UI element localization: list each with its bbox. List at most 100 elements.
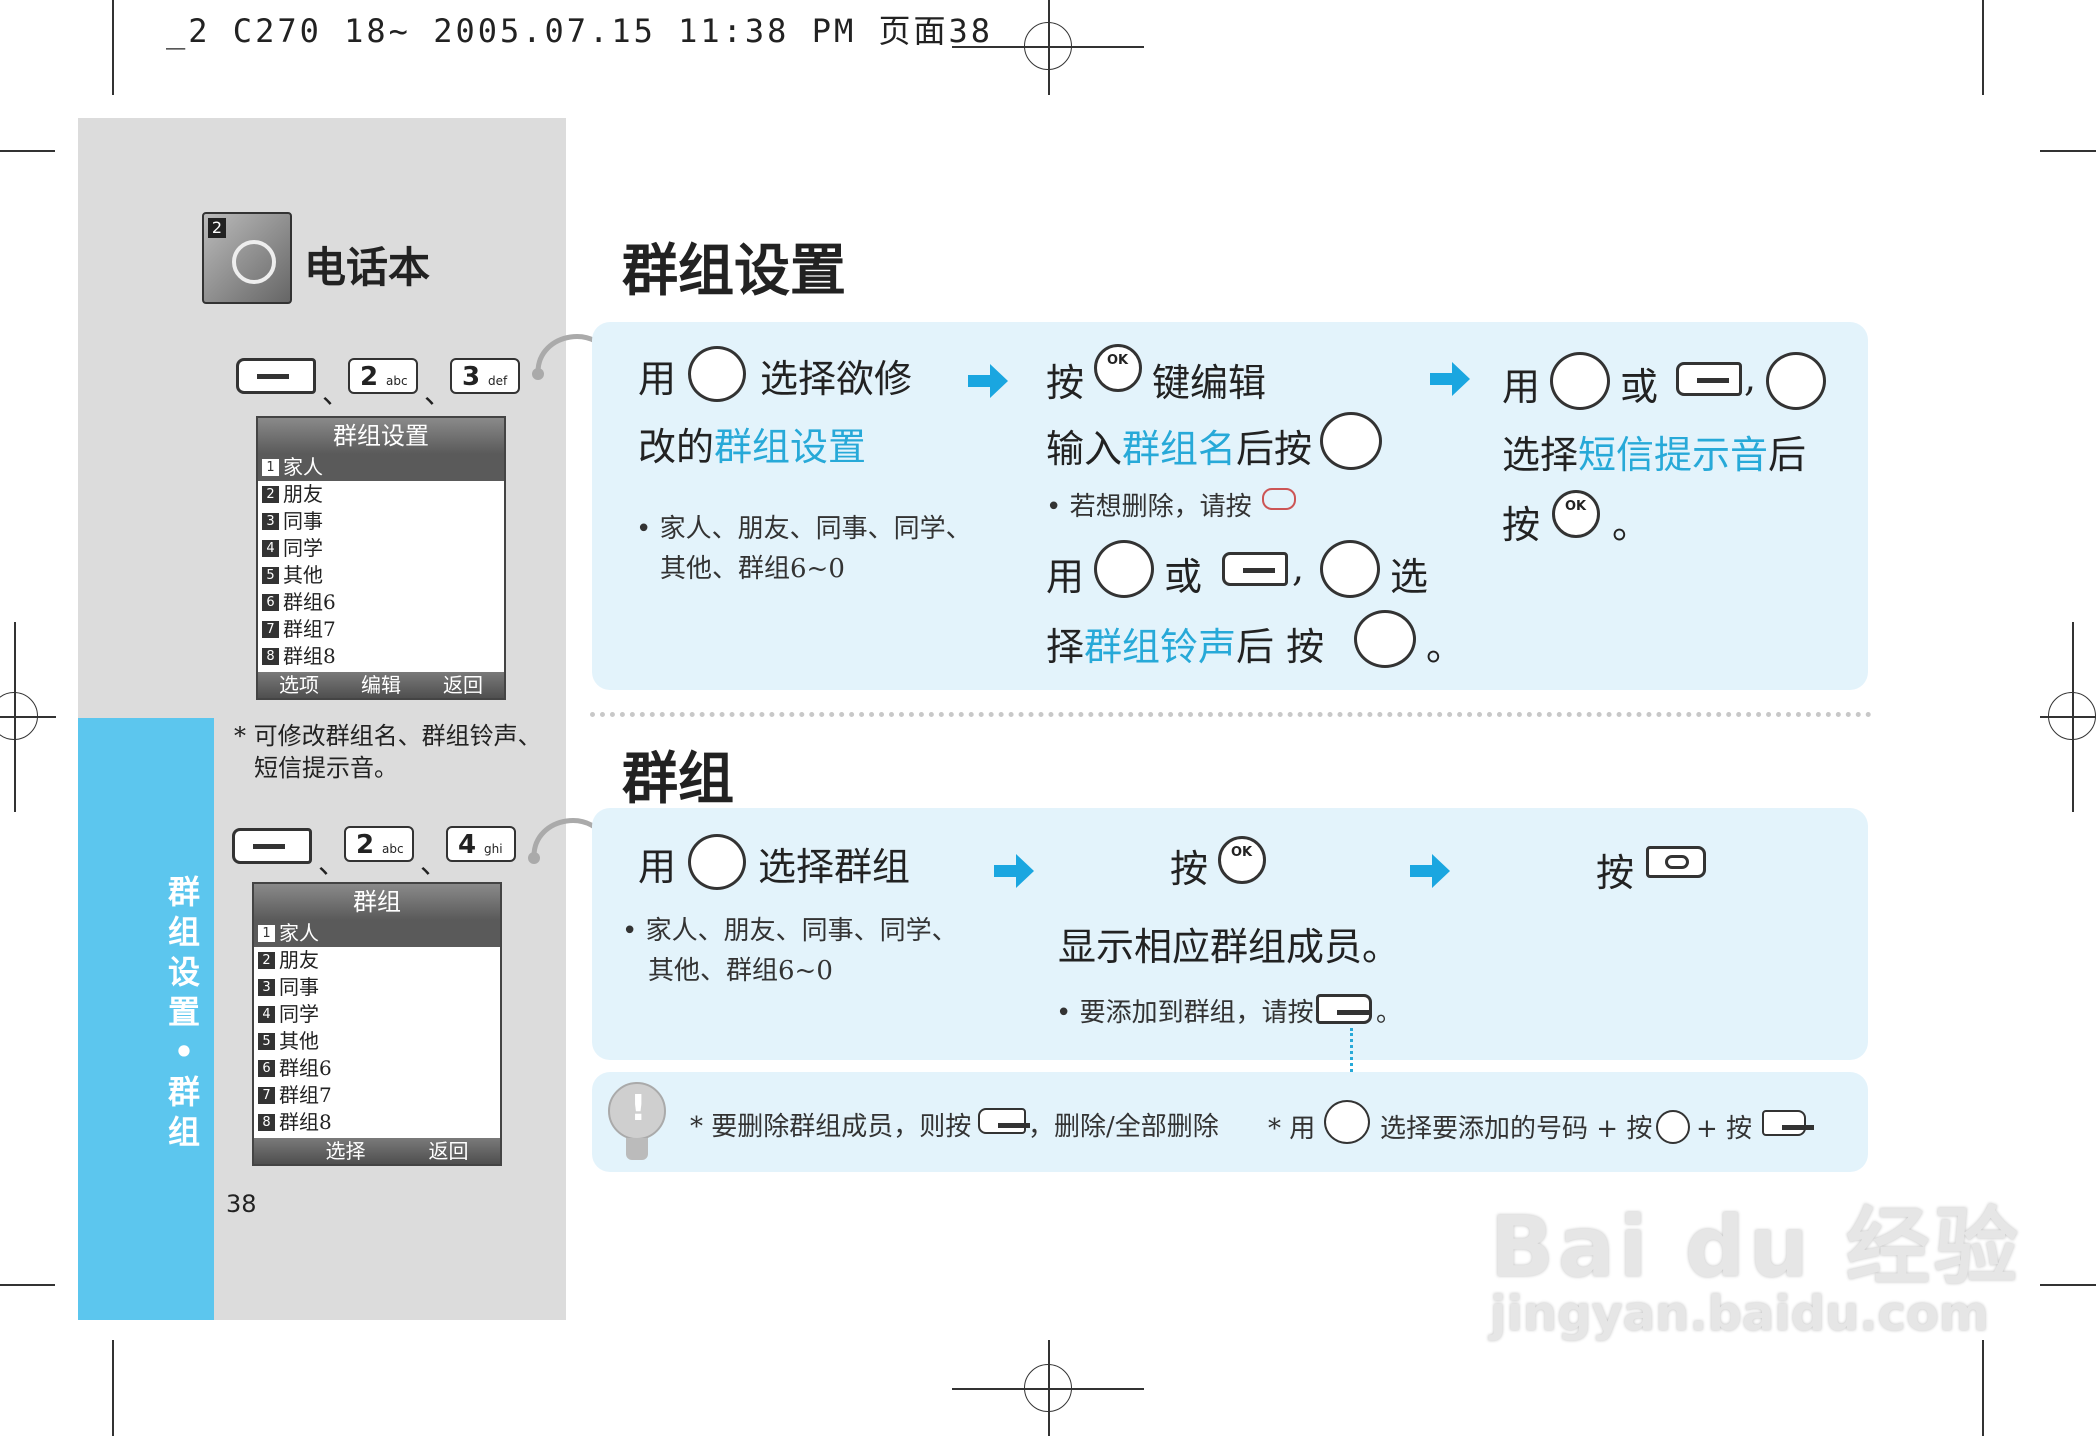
ok-key-icon: OK <box>1218 836 1266 884</box>
step-text: 。 <box>1612 503 1651 547</box>
separator: 、 <box>322 377 351 410</box>
nav-up-down-icon <box>1766 352 1826 410</box>
right-softkey-round-icon <box>1354 610 1416 668</box>
screen-list-item[interactable]: 8 群组8 <box>254 1109 500 1136</box>
step-text: 用 <box>1502 365 1541 409</box>
sidebar-vertical-label: 群组设置 • 群组 <box>167 873 200 1151</box>
step-text: 选择欲修 <box>760 357 913 401</box>
registration-mark <box>2048 692 2096 740</box>
page-number: 38 <box>226 1190 257 1218</box>
sidebar-note: * 可修改群组名、群组铃声、 <box>234 722 542 750</box>
item-number-icon: 6 <box>258 1060 275 1077</box>
item-number-icon: 7 <box>258 1087 275 1104</box>
nav-left-right-icon <box>1550 352 1610 410</box>
item-number-icon: 6 <box>262 594 279 611</box>
item-label: 同学 <box>279 1002 319 1026</box>
screen-list-item[interactable]: 1 家人 <box>254 920 500 947</box>
crop-mark <box>112 0 114 95</box>
tip-text: * 用 <box>1268 1114 1316 1144</box>
step-text: 显示相应群组成员。 <box>1058 925 1401 969</box>
lightbulb-icon: ! <box>604 1082 670 1166</box>
tip-text: + 按 <box>1696 1114 1753 1144</box>
screen-list-item[interactable]: 6 群组6 <box>254 1055 500 1082</box>
nav-up-down-icon <box>1324 1100 1370 1144</box>
section-divider <box>590 712 1872 717</box>
key-3-icon: 3 def <box>450 358 520 394</box>
left-softkey-icon <box>232 828 312 864</box>
registration-mark <box>0 692 38 740</box>
phonebook-icon: 2 <box>202 212 292 304</box>
step-note: 其他、群组6~0 <box>648 956 833 986</box>
step-text: , <box>1292 546 1305 590</box>
screen-list-item[interactable]: 3 同事 <box>258 508 504 535</box>
watermark-url: jingyan.baidu.com <box>1490 1286 1989 1342</box>
arrow-right-icon <box>968 364 1008 398</box>
item-number-icon: 2 <box>262 486 279 503</box>
step-note: • 要添加到群组，请按 <box>1056 998 1314 1028</box>
tip-text: ，删除/全部删除 <box>1028 1112 1219 1142</box>
item-label: 家人 <box>283 455 323 479</box>
item-label: 群组7 <box>279 1083 332 1107</box>
screen-list-item[interactable]: 6 群组6 <box>258 589 504 616</box>
screen-list-item[interactable]: 3 同事 <box>254 974 500 1001</box>
left-softkey-icon <box>1222 552 1288 586</box>
ok-key-icon <box>1656 1110 1690 1144</box>
screen-list-item[interactable]: 2 朋友 <box>258 481 504 508</box>
watermark-brand: Bai du 经验 <box>1490 1198 2022 1296</box>
end-call-key-icon <box>1646 846 1706 878</box>
tip-text: * 要删除群组成员，则按 <box>690 1112 972 1142</box>
crop-mark <box>112 1340 114 1436</box>
screen-list-item[interactable]: 7 群组7 <box>258 616 504 643</box>
key-2-icon: 2 abc <box>344 826 414 862</box>
item-label: 群组6 <box>279 1056 332 1080</box>
screen-list-item[interactable]: 5 其他 <box>254 1028 500 1055</box>
section-title-groups: 群组 <box>622 747 734 812</box>
step-text: 按 <box>1170 847 1209 891</box>
step-text: 。 <box>1426 625 1465 669</box>
softkey-back[interactable]: 返回 <box>422 672 504 698</box>
step-text: 用 <box>638 357 677 401</box>
softkey-options[interactable]: 选项 <box>258 672 340 698</box>
key-4-icon: 4 ghi <box>446 826 516 862</box>
step-text: 按 <box>1502 503 1541 547</box>
left-softkey-icon <box>1676 362 1742 396</box>
step-text: 改的群组设置 <box>638 425 867 469</box>
step-text: 选择短信提示音后 <box>1502 433 1807 477</box>
softkey-edit[interactable]: 编辑 <box>340 672 422 698</box>
item-label: 群组8 <box>283 644 336 668</box>
step-text: 选 <box>1390 555 1429 599</box>
item-number-icon: 5 <box>262 567 279 584</box>
step-text: 或 <box>1620 365 1659 409</box>
item-number-icon: 1 <box>258 925 275 942</box>
crop-mark <box>1982 0 1984 95</box>
arrow-right-icon <box>1430 362 1470 396</box>
item-number-icon: 7 <box>262 621 279 638</box>
nav-up-down-icon <box>688 834 746 890</box>
item-label: 群组7 <box>283 617 336 641</box>
phone-screen-groups: 群组 1 家人 2 朋友 3 同事 4 同学 5 其他 6 群组6 7 群组7 8 群组8 选择 返回 <box>252 882 502 1166</box>
right-softkey-icon <box>1762 1110 1814 1136</box>
registration-mark <box>1024 1364 1072 1412</box>
nav-up-down-icon <box>1320 540 1380 598</box>
screen-list-item[interactable]: 4 同学 <box>258 535 504 562</box>
key-2-icon: 2 abc <box>348 358 418 394</box>
right-softkey-round-icon <box>1320 412 1382 470</box>
step-note: 。 <box>1376 998 1403 1028</box>
crop-mark <box>1982 1340 1984 1436</box>
screen-list-item[interactable]: 2 朋友 <box>254 947 500 974</box>
screen-list-item[interactable]: 8 群组8 <box>258 643 504 670</box>
screen-list-item[interactable]: 1 家人 <box>258 454 504 481</box>
softkey-select[interactable]: 选择 <box>254 1138 397 1164</box>
step-text: 按 <box>1596 851 1635 895</box>
screen-list-item[interactable]: 7 群组7 <box>254 1082 500 1109</box>
step-note: • 家人、朋友、同事、同学、 <box>622 916 958 946</box>
item-label: 同事 <box>279 975 319 999</box>
softkey-back[interactable]: 返回 <box>397 1138 500 1164</box>
screen-list-item[interactable]: 5 其他 <box>258 562 504 589</box>
crop-mark <box>2040 150 2096 152</box>
step-note: • 家人、朋友、同事、同学、 <box>636 514 972 544</box>
item-number-icon: 3 <box>262 513 279 530</box>
item-number-icon: 4 <box>258 1006 275 1023</box>
screen-list-item[interactable]: 4 同学 <box>254 1001 500 1028</box>
crop-mark <box>0 1284 55 1286</box>
